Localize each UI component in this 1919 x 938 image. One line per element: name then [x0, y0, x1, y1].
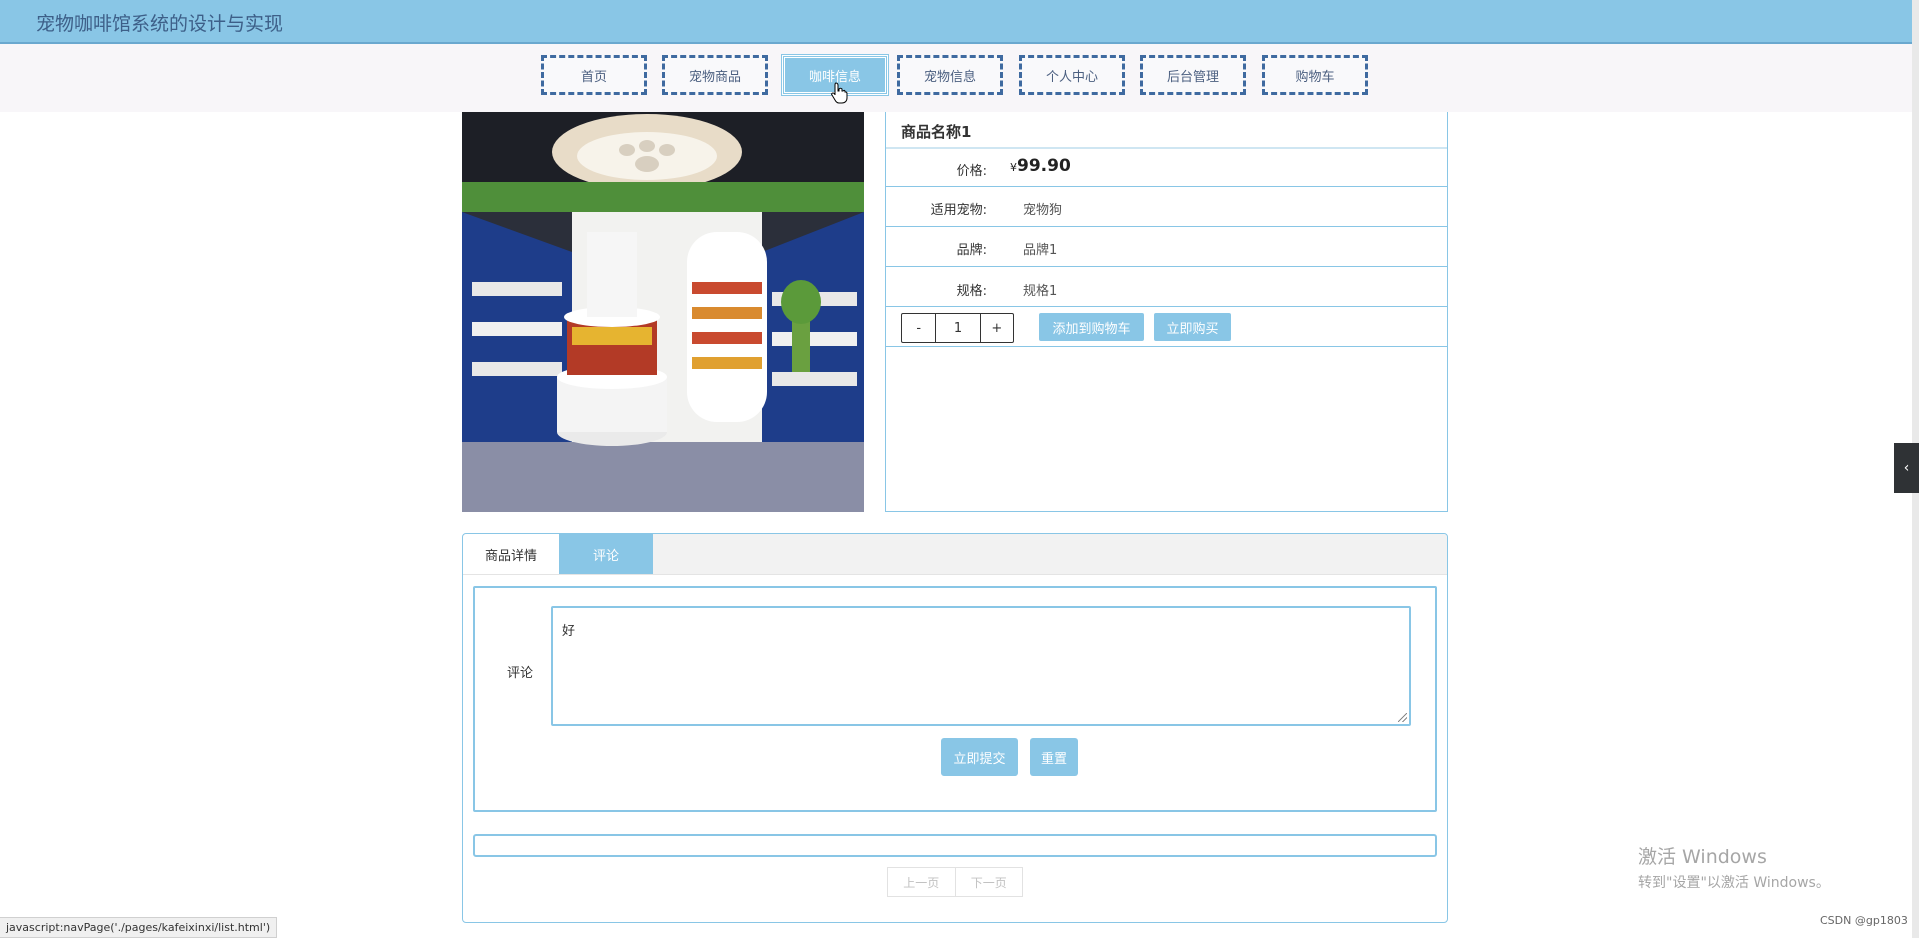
product-tabs: 商品详情 评论 评论 好 立即提交 重置 上一页 下一页 — [462, 533, 1448, 923]
quantity-stepper: - 1 + — [901, 313, 1014, 343]
spec-label: 规格: — [956, 284, 987, 299]
spec-row: 规格: 规格1 — [886, 267, 1447, 307]
price-value: ¥99.90 — [1010, 156, 1071, 176]
product-name: 商品名称1 — [901, 123, 972, 141]
quantity-input[interactable]: 1 — [936, 314, 981, 342]
reset-button[interactable]: 重置 — [1030, 738, 1078, 776]
tab-comments[interactable]: 评论 — [559, 534, 653, 574]
product-name-row: 商品名称1 — [886, 112, 1447, 149]
watermark-line1: 激活 Windows — [1638, 846, 1767, 868]
nav-item-admin[interactable]: 后台管理 — [1140, 55, 1246, 95]
watermark-line2: 转到"设置"以激活 Windows。 — [1638, 875, 1830, 891]
comment-text: 好 — [562, 624, 576, 639]
nav-item-home[interactable]: 首页 — [541, 55, 647, 95]
top-header-bar: 宠物咖啡馆系统的设计与实现 — [0, 0, 1912, 44]
hand-cursor-icon — [831, 82, 848, 104]
next-page-button[interactable]: 下一页 — [956, 868, 1023, 896]
side-collapse-tab[interactable]: ‹ — [1894, 443, 1919, 493]
pet-type-row: 适用宠物: 宠物狗 — [886, 187, 1447, 227]
pet-type-label: 适用宠物: — [930, 203, 987, 218]
nav-item-pet-products[interactable]: 宠物商品 — [662, 55, 768, 95]
quantity-minus-button[interactable]: - — [902, 314, 937, 342]
comment-textarea[interactable]: 好 — [551, 606, 1411, 726]
nav-item-pet-info[interactable]: 宠物信息 — [897, 55, 1003, 95]
comment-form: 评论 好 立即提交 重置 — [473, 586, 1437, 812]
spec-value: 规格1 — [1023, 284, 1058, 299]
brand-value: 品牌1 — [1023, 243, 1058, 258]
resize-grip-icon[interactable] — [1398, 713, 1407, 722]
pet-type-value: 宠物狗 — [1023, 203, 1063, 218]
browser-status-bar: javascript:navPage('./pages/kafeixinxi/l… — [0, 917, 278, 938]
footer-credit: CSDN @gp1803 — [1820, 914, 1908, 927]
comment-label: 评论 — [507, 666, 534, 681]
brand-label: 品牌: — [956, 243, 987, 258]
prev-page-button[interactable]: 上一页 — [888, 868, 956, 896]
submit-comment-button[interactable]: 立即提交 — [941, 738, 1018, 776]
site-title: 宠物咖啡馆系统的设计与实现 — [36, 13, 284, 35]
quantity-plus-button[interactable]: + — [981, 314, 1013, 342]
buy-now-button[interactable]: 立即购买 — [1154, 313, 1231, 341]
tab-product-details[interactable]: 商品详情 — [463, 534, 559, 574]
purchase-row: - 1 + 添加到购物车 立即购买 — [886, 307, 1447, 347]
main-nav: 首页 宠物商品 咖啡信息 宠物信息 个人中心 后台管理 购物车 — [0, 44, 1912, 112]
pagination: 上一页 下一页 — [887, 867, 1023, 897]
nav-item-personal-center[interactable]: 个人中心 — [1019, 55, 1125, 95]
windows-activation-watermark: 激活 Windows 转到"设置"以激活 Windows。 — [1638, 842, 1830, 892]
add-to-cart-button[interactable]: 添加到购物车 — [1039, 313, 1144, 341]
brand-row: 品牌: 品牌1 — [886, 227, 1447, 267]
product-info-panel: 商品名称1 价格: ¥99.90 适用宠物: 宠物狗 品牌: 品牌1 规格: 规… — [885, 112, 1448, 512]
currency-symbol: ¥ — [1010, 161, 1017, 174]
product-image — [462, 112, 864, 512]
tabs-header: 商品详情 评论 — [463, 534, 1447, 575]
nav-item-cart[interactable]: 购物车 — [1262, 55, 1368, 95]
chevron-left-icon: ‹ — [1903, 460, 1910, 476]
price-amount: 99.90 — [1017, 156, 1071, 176]
comment-list — [473, 834, 1437, 857]
price-label: 价格: — [956, 164, 987, 179]
price-row: 价格: ¥99.90 — [886, 149, 1447, 187]
